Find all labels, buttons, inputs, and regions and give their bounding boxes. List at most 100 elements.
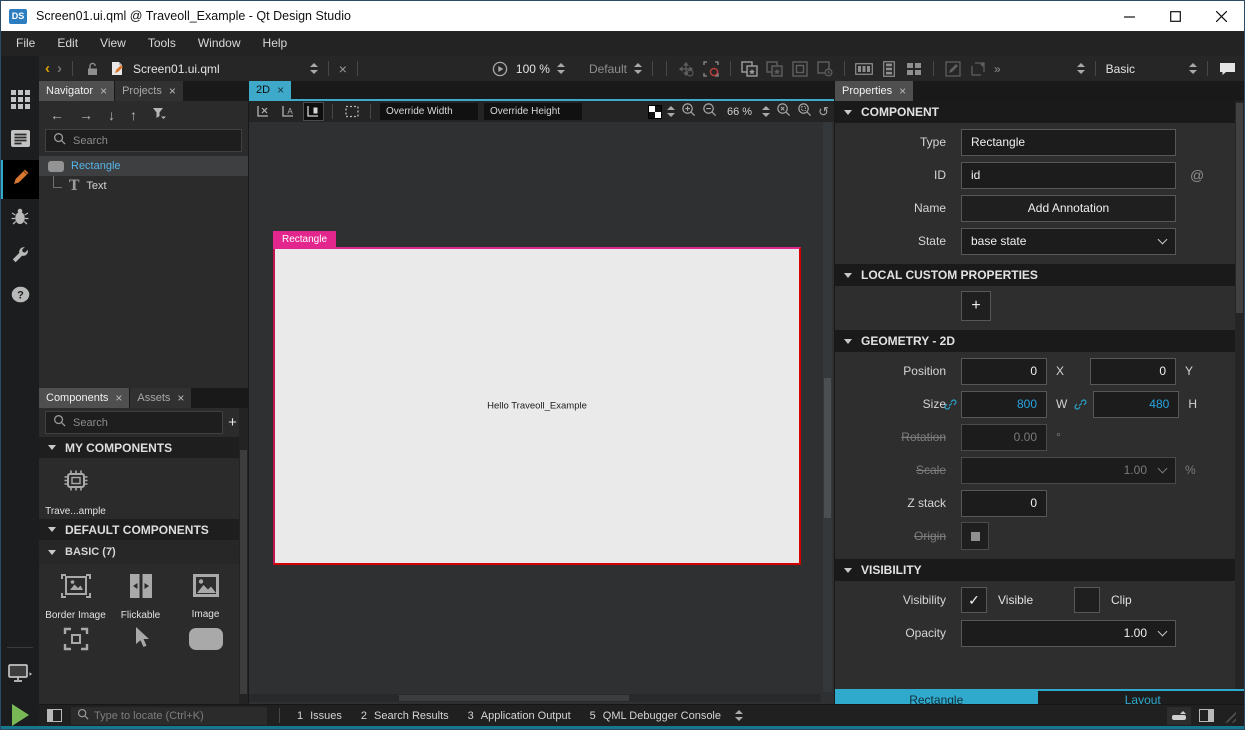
type-field[interactable] <box>961 129 1176 156</box>
position-y-field[interactable] <box>1090 358 1176 385</box>
state-dropdown[interactable]: base state <box>961 228 1176 255</box>
move-left-icon[interactable]: ← <box>50 107 64 123</box>
canvas-vertical-scrollbar[interactable] <box>823 122 832 692</box>
artboard-rectangle[interactable]: Rectangle Hello Traveoll_Example <box>273 247 801 565</box>
background-spinner[interactable] <box>667 106 675 117</box>
welcome-mode-button[interactable] <box>1 82 39 121</box>
component-section-header[interactable]: COMPONENT <box>835 101 1235 123</box>
open-document-name[interactable]: Screen01.ui.qml <box>133 62 220 76</box>
component-item-border-image[interactable]: Border Image <box>43 572 108 621</box>
reset-view-icon[interactable]: ↺ <box>818 104 829 120</box>
tab-navigator[interactable]: Navigator × <box>39 81 115 101</box>
annotation-bubble-icon[interactable] <box>1218 60 1236 78</box>
locator-field[interactable] <box>71 707 267 725</box>
geometry-section-header[interactable]: GEOMETRY - 2D <box>835 330 1235 352</box>
canvas-horizontal-scrollbar[interactable] <box>249 694 821 702</box>
zoom-out-icon[interactable] <box>702 102 717 122</box>
tab-properties[interactable]: Properties × <box>835 81 914 101</box>
artboard-text[interactable]: Hello Traveoll_Example <box>275 401 799 412</box>
progress-details-icon[interactable] <box>1167 707 1191 725</box>
height-link-icon[interactable] <box>1067 398 1093 411</box>
component-item-image[interactable]: Image <box>173 572 238 621</box>
menu-window[interactable]: Window <box>187 31 252 56</box>
design-mode-button[interactable] <box>1 160 39 199</box>
origin-selector-button[interactable] <box>961 522 989 550</box>
merge-template-icon[interactable] <box>791 60 809 78</box>
local-custom-properties-header[interactable]: LOCAL CUSTOM PROPERTIES <box>835 264 1235 286</box>
close-button[interactable] <box>1198 1 1244 31</box>
tab-rectangle-properties[interactable]: Rectangle <box>835 691 1038 704</box>
workspace-selector[interactable]: Basic <box>1106 62 1135 76</box>
qml-debugger-console-pane-button[interactable]: 5 QML Debugger Console <box>585 710 726 722</box>
width-link-icon[interactable] <box>939 398 961 411</box>
design-canvas[interactable]: Rectangle Hello Traveoll_Example <box>249 122 834 704</box>
close-icon[interactable]: × <box>100 84 107 98</box>
issues-pane-button[interactable]: 1 Issues <box>292 710 347 722</box>
minimize-button[interactable] <box>1106 1 1152 31</box>
application-output-pane-button[interactable]: 3 Application Output <box>463 710 576 722</box>
menu-help[interactable]: Help <box>252 31 299 56</box>
component-item-mouse-area[interactable] <box>108 625 173 656</box>
create-component-icon[interactable] <box>741 60 759 78</box>
component-item-traveoll-example[interactable]: Trave...ample <box>43 466 108 517</box>
maximize-button[interactable] <box>1152 1 1198 31</box>
tab-projects[interactable]: Projects × <box>115 81 184 101</box>
close-document-icon[interactable]: × <box>339 62 347 76</box>
component-item-rectangle[interactable] <box>173 625 238 656</box>
close-icon[interactable]: × <box>899 84 906 98</box>
zstack-field[interactable] <box>961 490 1047 517</box>
export-icon[interactable] <box>969 60 987 78</box>
move-right-icon[interactable]: → <box>79 107 93 123</box>
forward-icon[interactable]: › <box>57 60 62 77</box>
close-icon[interactable]: × <box>177 391 184 405</box>
projects-mode-button[interactable] <box>1 238 39 277</box>
components-search-input[interactable] <box>73 417 215 429</box>
tree-item-rectangle[interactable]: Rectangle <box>39 156 248 176</box>
snapping-icon[interactable] <box>304 103 323 120</box>
toggle-left-sidebar-icon[interactable] <box>47 709 62 722</box>
debug-mode-button[interactable] <box>1 199 39 238</box>
selection-recorder-icon[interactable] <box>702 60 720 78</box>
height-field[interactable] <box>1093 391 1179 418</box>
rotation-field[interactable] <box>961 424 1047 451</box>
visibility-section-header[interactable]: VISIBILITY <box>835 559 1235 581</box>
menu-edit[interactable]: Edit <box>46 31 89 56</box>
move-down-icon[interactable]: ↓ <box>108 107 115 123</box>
snapping-off-icon[interactable] <box>254 103 273 120</box>
document-selector-spinner[interactable] <box>310 63 318 74</box>
width-field[interactable] <box>961 391 1047 418</box>
canvas-zoom-spinner[interactable] <box>762 106 770 117</box>
toolbar-overflow-icon[interactable]: » <box>994 62 1001 76</box>
close-icon[interactable]: × <box>277 83 284 97</box>
move-timeline-icon[interactable] <box>677 60 695 78</box>
filter-icon[interactable] <box>152 107 167 123</box>
move-up-icon[interactable]: ↑ <box>130 107 137 123</box>
components-search[interactable] <box>45 411 223 434</box>
components-scrollbar[interactable] <box>239 408 248 704</box>
annotation-at-icon[interactable]: @ <box>1190 167 1204 183</box>
style-selector-spinner[interactable] <box>634 63 642 74</box>
tab-assets[interactable]: Assets × <box>130 388 192 408</box>
position-x-field[interactable] <box>961 358 1047 385</box>
default-components-header[interactable]: DEFAULT COMPONENTS <box>39 519 248 540</box>
navigator-search[interactable] <box>45 129 242 152</box>
tab-components[interactable]: Components × <box>39 388 130 408</box>
add-custom-property-button[interactable]: + <box>961 291 991 321</box>
zoom-in-icon[interactable] <box>681 102 696 122</box>
component-history-icon[interactable] <box>816 60 834 78</box>
edit-document-icon[interactable] <box>108 60 126 78</box>
canvas-background-color-icon[interactable] <box>649 106 661 118</box>
layout-grid-icon[interactable] <box>905 60 923 78</box>
clip-checkbox[interactable] <box>1074 587 1100 613</box>
zoom-selection-icon[interactable] <box>797 102 812 122</box>
help-mode-button[interactable]: ? <box>1 277 39 316</box>
id-field[interactable] <box>961 162 1176 189</box>
menu-file[interactable]: File <box>5 31 46 56</box>
visible-checkbox[interactable]: ✓ <box>961 587 987 613</box>
layout-row-icon[interactable] <box>855 60 873 78</box>
scale-dropdown[interactable]: 1.00 <box>961 457 1176 484</box>
navigator-search-input[interactable] <box>73 135 234 147</box>
opacity-dropdown[interactable]: 1.00 <box>961 620 1176 647</box>
search-results-pane-button[interactable]: 2 Search Results <box>356 710 454 722</box>
output-pane-spinner[interactable] <box>735 710 743 721</box>
